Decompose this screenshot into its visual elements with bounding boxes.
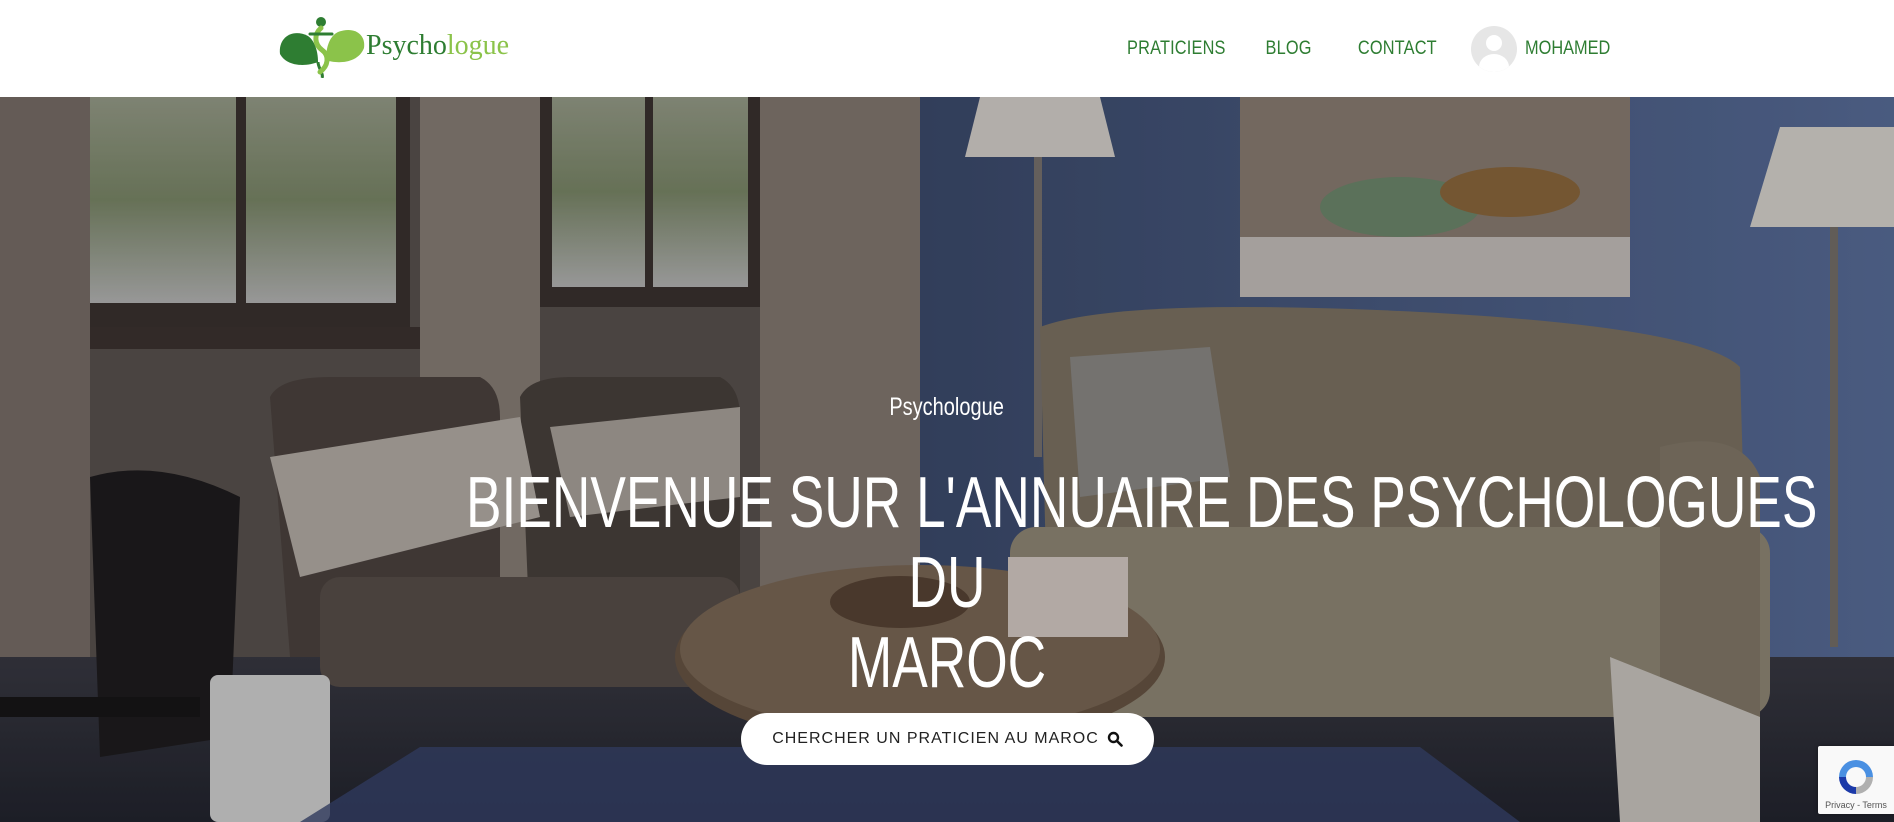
user-name[interactable]: MOHAMED xyxy=(1525,38,1610,60)
hero-title-line-2: DU xyxy=(908,543,986,623)
search-practitioner-button[interactable]: CHERCHER UN PRATICIEN AU MAROC xyxy=(741,713,1154,765)
recaptcha-badge[interactable]: Privacy - Terms xyxy=(1818,746,1894,814)
nav-item-blog[interactable]: BLOG xyxy=(1266,38,1312,60)
search-button-label: CHERCHER UN PRATICIEN AU MAROC xyxy=(772,730,1099,747)
user-menu[interactable]: MOHAMED xyxy=(1470,25,1624,72)
hero-subtitle: Psychologue xyxy=(0,393,1894,422)
site-header: Psychologue PRATICIENS BLOG CONTACT MOHA… xyxy=(0,0,1894,97)
hero-title-line-3: MAROC xyxy=(847,623,1047,703)
nav-item-praticiens[interactable]: PRATICIENS xyxy=(1127,38,1226,60)
logo-wordmark: Psychologue xyxy=(366,30,509,62)
hero-subtitle-text: Psychologue xyxy=(889,393,1005,421)
hero-title: BIENVENUE SUR L'ANNUAIRE DES PSYCHOLOGUE… xyxy=(297,463,1818,703)
hero-section: Psychologue BIENVENUE SUR L'ANNUAIRE DES… xyxy=(0,97,1894,822)
leaf-logo-icon xyxy=(279,17,365,78)
logo-text-part2: logue xyxy=(446,30,510,61)
hero-title-line-1: BIENVENUE SUR L'ANNUAIRE DES PSYCHOLOGUE… xyxy=(466,463,1818,543)
recaptcha-links[interactable]: Privacy - Terms xyxy=(1825,800,1887,810)
search-icon xyxy=(1107,731,1123,747)
logo-text-part1: Psycho xyxy=(366,30,447,61)
main-nav: PRATICIENS BLOG CONTACT MOHAMED xyxy=(1078,0,1624,97)
user-avatar-icon[interactable] xyxy=(1470,25,1517,72)
site-logo[interactable]: Psychologue xyxy=(274,14,509,78)
recaptcha-icon xyxy=(1839,760,1873,794)
nav-item-contact[interactable]: CONTACT xyxy=(1358,38,1437,60)
